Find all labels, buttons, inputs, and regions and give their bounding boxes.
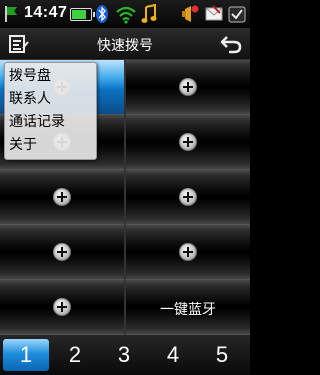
menu-item-about[interactable]: 关于 — [9, 134, 37, 156]
music-icon — [141, 4, 157, 23]
message-icon — [205, 5, 223, 21]
page-title: 快速拨号 — [97, 38, 153, 54]
back-icon[interactable] — [220, 33, 242, 55]
page-button-1[interactable]: 1 — [3, 339, 49, 371]
menu-item-dialpad[interactable]: 拨号盘 — [9, 65, 51, 87]
menu-item-call-log[interactable]: 通话记录 — [9, 111, 65, 133]
speed-dial-cell[interactable] — [0, 170, 124, 225]
speed-dial-cell[interactable] — [126, 115, 250, 170]
page-button-5[interactable]: 5 — [199, 339, 245, 371]
add-icon — [179, 133, 197, 151]
speed-dial-cell[interactable] — [126, 225, 250, 280]
page-button-3[interactable]: 3 — [101, 339, 147, 371]
speed-dial-cell[interactable] — [0, 225, 124, 280]
notification-icon — [182, 5, 199, 22]
add-icon — [179, 188, 197, 206]
screen: 14:47 快速拨号 一键蓝牙 拨号盘 联系人 通话记录 关于 1 2 3 4 … — [0, 0, 250, 375]
add-icon — [179, 78, 197, 96]
speed-dial-label: 一键蓝牙 — [160, 302, 216, 318]
speed-dial-cell[interactable] — [0, 280, 124, 335]
wifi-icon — [116, 6, 136, 24]
page-button-2[interactable]: 2 — [52, 339, 98, 371]
flag-icon — [5, 6, 17, 22]
speed-dial-cell[interactable] — [126, 170, 250, 225]
status-bar: 14:47 — [0, 0, 250, 29]
page-button-4[interactable]: 4 — [150, 339, 196, 371]
title-bar: 快速拨号 — [0, 29, 250, 60]
add-icon — [53, 188, 71, 206]
popup-menu: 拨号盘 联系人 通话记录 关于 — [4, 62, 97, 160]
add-icon — [53, 298, 71, 316]
grid-divider — [124, 60, 126, 335]
battery-icon — [70, 8, 95, 21]
add-icon — [53, 243, 71, 261]
settings-icon — [228, 6, 246, 23]
speed-dial-cell[interactable] — [126, 60, 250, 115]
speed-dial-cell[interactable]: 一键蓝牙 — [126, 280, 250, 335]
bluetooth-icon — [96, 5, 108, 23]
add-icon — [179, 243, 197, 261]
page-selector: 1 2 3 4 5 — [0, 335, 250, 375]
menu-item-contacts[interactable]: 联系人 — [9, 88, 51, 110]
status-time: 14:47 — [24, 4, 68, 21]
